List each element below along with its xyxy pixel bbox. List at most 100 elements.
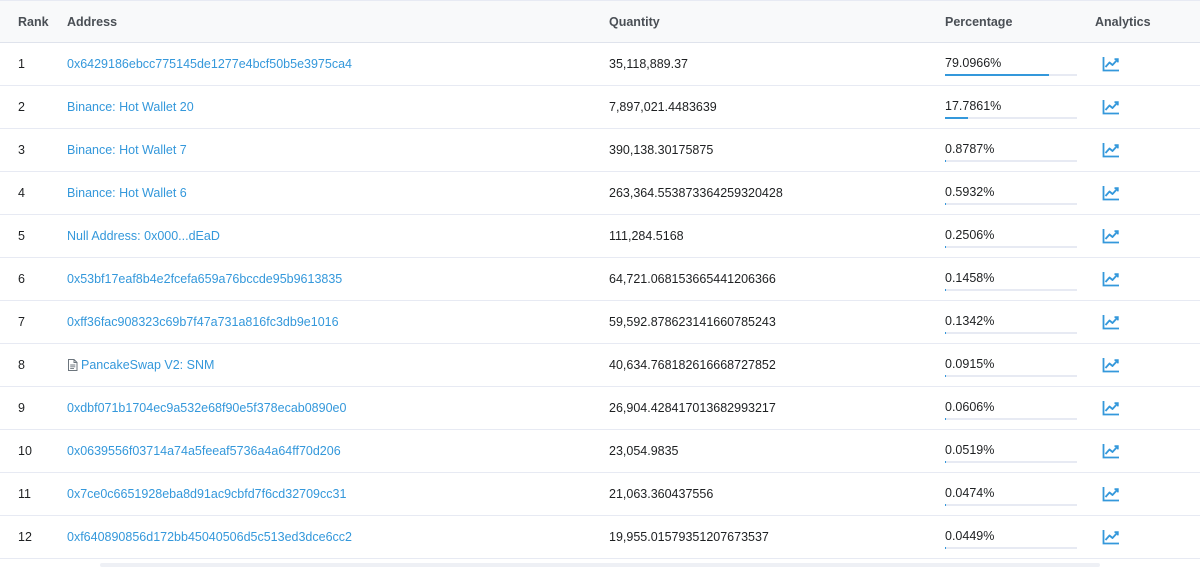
quantity-cell: 19,955.01579351207673537 — [609, 516, 769, 558]
address-link[interactable]: 0x7ce0c6651928eba8d91ac9cbfd7f6cd32709cc… — [67, 487, 346, 501]
address-cell: 0x7ce0c6651928eba8d91ac9cbfd7f6cd32709cc… — [67, 473, 346, 515]
rank-cell: 3 — [18, 129, 25, 171]
analytics-chart-icon[interactable] — [1102, 228, 1120, 244]
analytics-chart-icon[interactable] — [1102, 56, 1120, 72]
address-cell: Binance: Hot Wallet 7 — [67, 129, 187, 171]
address-link[interactable]: 0xdbf071b1704ec9a532e68f90e5f378ecab0890… — [67, 401, 346, 415]
rank-cell: 5 — [18, 215, 25, 257]
analytics-cell — [1102, 215, 1120, 257]
address-link[interactable]: 0xf640890856d172bb45040506d5c513ed3dce6c… — [67, 530, 352, 544]
percentage-value: 0.0915% — [945, 357, 995, 371]
analytics-chart-icon[interactable] — [1102, 486, 1120, 502]
quantity-cell: 111,284.5168 — [609, 215, 684, 257]
address-text: 0x6429186ebcc775145de1277e4bcf50b5e3975c… — [67, 57, 352, 71]
analytics-chart-icon[interactable] — [1102, 185, 1120, 201]
percentage-bar — [945, 160, 1077, 162]
token-holders-table: Rank Address Quantity Percentage Analyti… — [0, 0, 1200, 567]
rank-cell: 8 — [18, 344, 25, 386]
address-link[interactable]: 0xff36fac908323c69b7f47a731a816fc3db9e10… — [67, 315, 339, 329]
percentage-cell: 0.5932% — [945, 172, 1077, 214]
percentage-bar-fill — [945, 375, 946, 377]
percentage-value: 0.1342% — [945, 314, 995, 328]
percentage-bar — [945, 289, 1077, 291]
quantity-value: 21,063.360437556 — [609, 487, 714, 501]
percentage-cell: 0.0519% — [945, 430, 1077, 472]
address-text: Binance: Hot Wallet 20 — [67, 100, 194, 114]
percentage-bar — [945, 461, 1077, 463]
quantity-cell: 390,138.30175875 — [609, 129, 713, 171]
header-analytics: Analytics — [1095, 14, 1151, 29]
address-cell: Binance: Hot Wallet 20 — [67, 86, 194, 128]
address-link[interactable]: 0x0639556f03714a74a5feeaf5736a4a64ff70d2… — [67, 444, 341, 458]
address-link[interactable]: Binance: Hot Wallet 20 — [67, 100, 194, 114]
address-link[interactable]: Null Address: 0x000...dEaD — [67, 229, 220, 243]
quantity-value: 26,904.428417013682993217 — [609, 401, 776, 415]
table-row: 9 0xdbf071b1704ec9a532e68f90e5f378ecab08… — [0, 387, 1200, 430]
horizontal-scrollbar[interactable] — [100, 563, 1100, 567]
analytics-chart-icon[interactable] — [1102, 400, 1120, 416]
percentage-bar-fill — [945, 117, 968, 119]
contract-file-icon — [68, 359, 78, 371]
analytics-cell — [1102, 86, 1120, 128]
rank-value: 9 — [18, 401, 25, 415]
address-cell: Null Address: 0x000...dEaD — [67, 215, 220, 257]
analytics-cell — [1102, 172, 1120, 214]
analytics-chart-icon[interactable] — [1102, 142, 1120, 158]
percentage-value: 0.5932% — [945, 185, 995, 199]
rank-value: 8 — [18, 358, 25, 372]
quantity-cell: 35,118,889.37 — [609, 43, 688, 85]
quantity-cell: 26,904.428417013682993217 — [609, 387, 776, 429]
rank-value: 7 — [18, 315, 25, 329]
percentage-cell: 0.1342% — [945, 301, 1077, 343]
analytics-cell — [1102, 430, 1120, 472]
percentage-bar-fill — [945, 418, 946, 420]
rank-cell: 1 — [18, 43, 25, 85]
quantity-value: 19,955.01579351207673537 — [609, 530, 769, 544]
analytics-cell — [1102, 129, 1120, 171]
percentage-bar-fill — [945, 246, 946, 248]
address-cell: 0xf640890856d172bb45040506d5c513ed3dce6c… — [67, 516, 352, 558]
rank-value: 5 — [18, 229, 25, 243]
address-text: 0x0639556f03714a74a5feeaf5736a4a64ff70d2… — [67, 444, 341, 458]
percentage-cell: 0.0449% — [945, 516, 1077, 558]
address-link[interactable]: PancakeSwap V2: SNM — [67, 358, 214, 372]
address-text: PancakeSwap V2: SNM — [81, 358, 215, 372]
analytics-chart-icon[interactable] — [1102, 529, 1120, 545]
percentage-value: 0.0606% — [945, 400, 995, 414]
percentage-bar — [945, 74, 1077, 76]
analytics-chart-icon[interactable] — [1102, 357, 1120, 373]
quantity-cell: 7,897,021.4483639 — [609, 86, 717, 128]
rank-cell: 9 — [18, 387, 25, 429]
address-link[interactable]: 0x6429186ebcc775145de1277e4bcf50b5e3975c… — [67, 57, 352, 71]
quantity-cell: 40,634.768182616668727852 — [609, 344, 776, 386]
table-row: 5 Null Address: 0x000...dEaD 111,284.516… — [0, 215, 1200, 258]
rank-cell: 11 — [18, 473, 31, 515]
quantity-cell: 23,054.9835 — [609, 430, 679, 472]
analytics-chart-icon[interactable] — [1102, 443, 1120, 459]
analytics-chart-icon[interactable] — [1102, 314, 1120, 330]
percentage-bar-fill — [945, 203, 946, 205]
address-link[interactable]: 0x53bf17eaf8b4e2fcefa659a76bccde95b96138… — [67, 272, 342, 286]
header-address: Address — [67, 14, 118, 29]
analytics-chart-icon[interactable] — [1102, 99, 1120, 115]
table-row: 11 0x7ce0c6651928eba8d91ac9cbfd7f6cd3270… — [0, 473, 1200, 516]
address-link[interactable]: Binance: Hot Wallet 6 — [67, 186, 187, 200]
percentage-value: 0.1458% — [945, 271, 995, 285]
percentage-bar-fill — [945, 289, 946, 291]
analytics-chart-icon[interactable] — [1102, 271, 1120, 287]
percentage-value: 0.8787% — [945, 142, 995, 156]
header-quantity: Quantity — [609, 14, 660, 29]
table-row: 7 0xff36fac908323c69b7f47a731a816fc3db9e… — [0, 301, 1200, 344]
address-text: 0x7ce0c6651928eba8d91ac9cbfd7f6cd32709cc… — [67, 487, 347, 501]
address-text: Null Address: 0x000...dEaD — [67, 229, 220, 243]
quantity-value: 263,364.553873364259320428 — [609, 186, 783, 200]
address-link[interactable]: Binance: Hot Wallet 7 — [67, 143, 187, 157]
table-row: 8 PancakeSwap V2: SNM 40,634.76818261666… — [0, 344, 1200, 387]
rank-value: 10 — [18, 444, 32, 458]
rank-cell: 10 — [18, 430, 32, 472]
percentage-value: 79.0966% — [945, 56, 1002, 70]
percentage-cell: 17.7861% — [945, 86, 1077, 128]
address-text: 0xf640890856d172bb45040506d5c513ed3dce6c… — [67, 530, 352, 544]
percentage-bar — [945, 203, 1077, 205]
rank-value: 2 — [18, 100, 25, 114]
